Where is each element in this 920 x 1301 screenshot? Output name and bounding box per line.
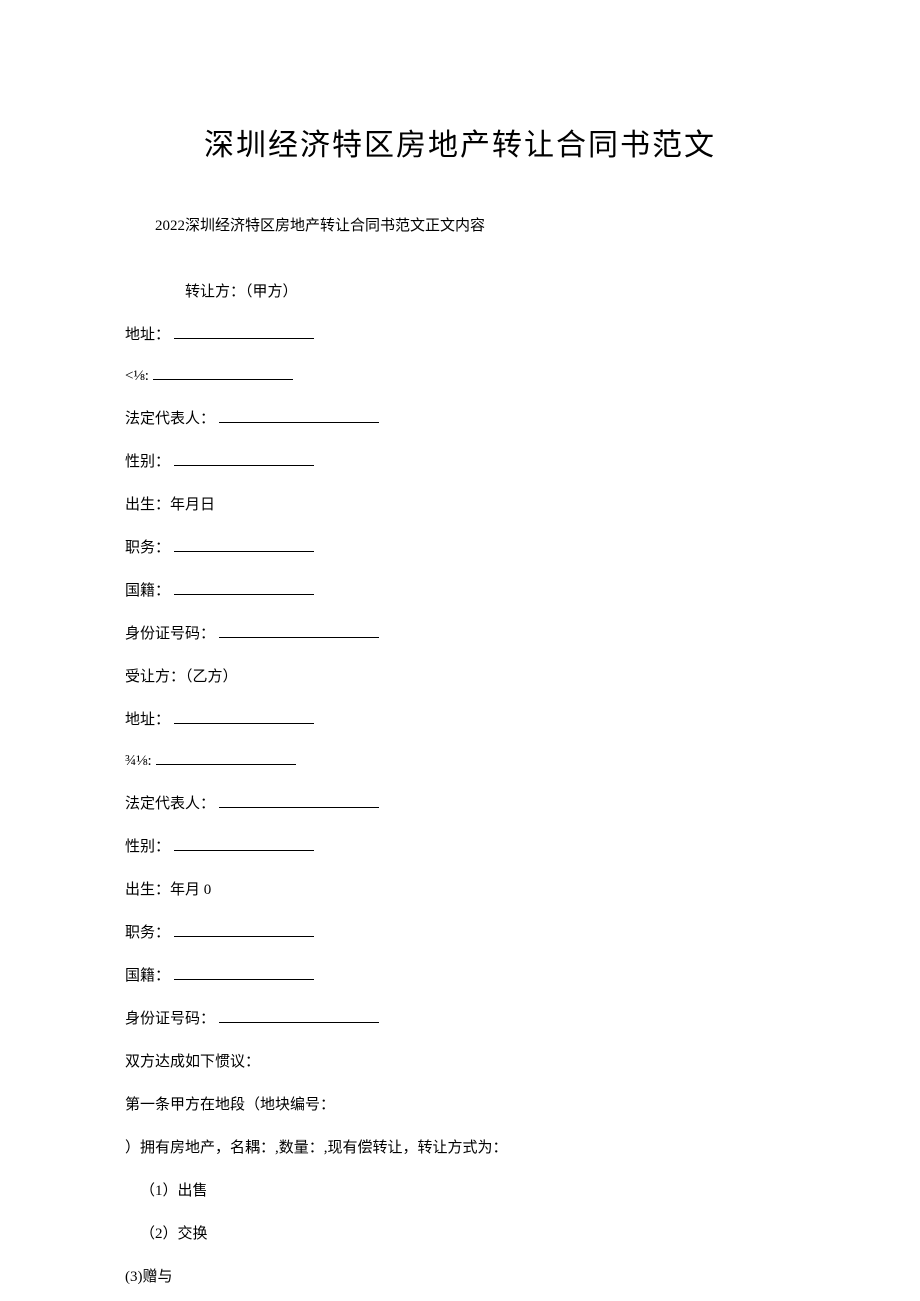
party-a-code-blank [153, 366, 293, 380]
party-a-gender-row: 性别： [125, 450, 795, 471]
party-b-nationality-label: 国籍： [125, 964, 170, 985]
party-a-position-label: 职务： [125, 536, 170, 557]
method-2: （2）交换 [125, 1222, 795, 1243]
party-a-legalrep-row: 法定代表人： [125, 407, 795, 428]
transferor-header: 转让方：（甲方） [125, 280, 795, 301]
party-b-birth-row: 出生：年月 0 [125, 878, 795, 899]
party-a-nationality-blank [174, 581, 314, 595]
party-b-position-label: 职务： [125, 921, 170, 942]
party-a-address-label: 地址： [125, 323, 170, 344]
method-3: (3)赠与 [125, 1265, 795, 1286]
transferee-header: 受让方：（乙方） [125, 665, 795, 686]
party-b-position-row: 职务： [125, 921, 795, 942]
party-a-address-blank [174, 325, 314, 339]
party-b-legalrep-row: 法定代表人： [125, 792, 795, 813]
party-b-code-row: ¾⅛: [125, 751, 795, 770]
party-a-id-blank [219, 624, 379, 638]
article-1-line2: ）拥有房地产，名耦：,数量：,现有偿转让，转让方式为： [125, 1136, 795, 1157]
party-a-gender-label: 性别： [125, 450, 170, 471]
party-a-legalrep-label: 法定代表人： [125, 407, 215, 428]
party-b-id-label: 身份证号码： [125, 1007, 215, 1028]
party-b-gender-blank [174, 837, 314, 851]
party-a-birth-row: 出生：年月日 [125, 493, 795, 514]
party-b-id-blank [219, 1009, 379, 1023]
party-a-position-row: 职务： [125, 536, 795, 557]
party-b-legalrep-blank [219, 794, 379, 808]
party-a-gender-blank [174, 452, 314, 466]
party-b-code-blank [156, 751, 296, 765]
party-a-address-row: 地址： [125, 323, 795, 344]
party-b-address-blank [174, 710, 314, 724]
party-b-gender-label: 性别： [125, 835, 170, 856]
document-subtitle: 2022深圳经济特区房地产转让合同书范文正文内容 [125, 214, 795, 235]
party-a-code-label: <⅛: [125, 368, 149, 385]
party-b-gender-row: 性别： [125, 835, 795, 856]
party-a-nationality-label: 国籍： [125, 579, 170, 600]
party-b-nationality-blank [174, 966, 314, 980]
agreement-header: 双方达成如下惯议： [125, 1050, 795, 1071]
party-a-nationality-row: 国籍： [125, 579, 795, 600]
party-b-legalrep-label: 法定代表人： [125, 792, 215, 813]
party-b-nationality-row: 国籍： [125, 964, 795, 985]
document-title: 深圳经济特区房地产转让合同书范文 [125, 120, 795, 164]
party-a-legalrep-blank [219, 409, 379, 423]
method-1: （1）出售 [125, 1179, 795, 1200]
party-b-position-blank [174, 923, 314, 937]
party-a-code-row: <⅛: [125, 366, 795, 385]
article-1-line1: 第一条甲方在地段（地块编号： [125, 1093, 795, 1114]
party-b-id-row: 身份证号码： [125, 1007, 795, 1028]
party-b-code-label: ¾⅛: [125, 753, 152, 770]
party-a-id-label: 身份证号码： [125, 622, 215, 643]
party-a-id-row: 身份证号码： [125, 622, 795, 643]
party-b-address-row: 地址： [125, 708, 795, 729]
party-b-address-label: 地址： [125, 708, 170, 729]
party-a-position-blank [174, 538, 314, 552]
